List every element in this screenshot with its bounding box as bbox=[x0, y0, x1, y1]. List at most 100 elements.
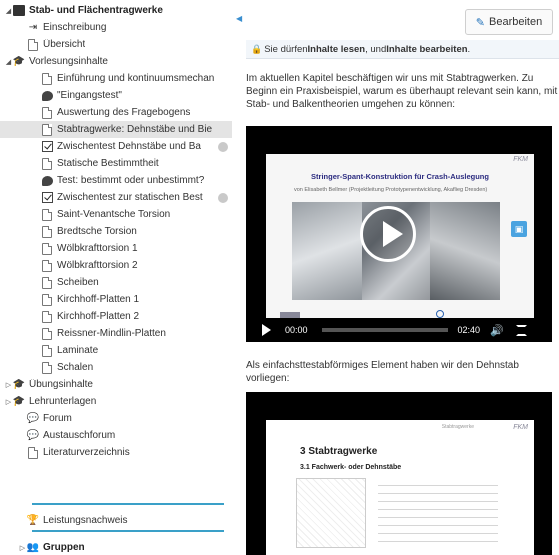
sidebar-item-label: Zwischentest zur statischen Best bbox=[57, 192, 203, 203]
slide-footer-ring-icon bbox=[436, 310, 444, 318]
page-icon bbox=[41, 259, 53, 272]
sidebar-item-label: Vorlesungsinhalte bbox=[29, 56, 108, 67]
sidebar-item-label: Bredtsche Torsion bbox=[57, 226, 137, 237]
enrol-icon: ⇥ bbox=[28, 21, 38, 33]
slide2-heading: 3 Stabtragwerke bbox=[300, 446, 378, 457]
main-content: ✎ Bearbeiten 🔒 Sie dürfen Inhalte lesen … bbox=[246, 0, 559, 555]
sidebar: ◢ Stab- und Flächentragwerke ⇥ Einschreibun… bbox=[0, 0, 232, 555]
sidebar-item[interactable]: ◢ Stab- und Flächentragwerke bbox=[0, 2, 232, 19]
edit-button[interactable]: ✎ Bearbeiten bbox=[465, 9, 553, 35]
sidebar-item[interactable]: ◢ 🎓 Vorlesungsinhalte bbox=[0, 53, 232, 70]
video-controls: 00:00 02:40 🔊 bbox=[246, 318, 552, 342]
sidebar-item[interactable]: ▷ 🎓 Übungsinhalte bbox=[0, 376, 232, 393]
slide2-formulas bbox=[378, 478, 498, 548]
completed-status-icon bbox=[218, 141, 228, 152]
trophy-icon: 🏆 bbox=[26, 514, 40, 526]
pencil-icon: ✎ bbox=[475, 16, 485, 29]
page-icon bbox=[41, 242, 53, 255]
sidebar-item-label: Übungsinhalte bbox=[29, 379, 93, 390]
sidebar-item[interactable]: Wölbkrafttorsion 2 bbox=[0, 257, 232, 274]
sidebar-item[interactable]: Übersicht bbox=[0, 36, 232, 53]
sidebar-item-label: Kirchhoff-Platten 1 bbox=[57, 294, 140, 305]
info-prefix: Sie dürfen bbox=[264, 43, 308, 55]
sidebar-item[interactable]: Zwischentest Dehnstäbe und Ba bbox=[0, 138, 232, 155]
sidebar-item[interactable]: Laminate bbox=[0, 342, 232, 359]
sidebar-item[interactable]: Kirchhoff-Platten 2 bbox=[0, 308, 232, 325]
sidebar-item[interactable]: Literaturverzeichnis bbox=[0, 444, 232, 461]
slide2-logo: FKM bbox=[513, 424, 528, 431]
sidebar-separator bbox=[32, 503, 224, 505]
sidebar-item[interactable]: Wölbkrafttorsion 1 bbox=[0, 240, 232, 257]
fullscreen-icon[interactable] bbox=[515, 324, 527, 336]
page-icon bbox=[27, 38, 39, 51]
page-icon bbox=[41, 157, 53, 170]
sidebar-item-label: Laminate bbox=[57, 345, 99, 356]
play-button[interactable] bbox=[262, 324, 271, 336]
expand-arrow-icon[interactable]: ▷ bbox=[4, 381, 13, 389]
lock-icon: 🔒 bbox=[251, 43, 263, 54]
expand-arrow-icon[interactable]: ◢ bbox=[4, 7, 13, 15]
sidebar-item-label: Wölbkrafttorsion 1 bbox=[57, 243, 138, 254]
progress-bar[interactable] bbox=[321, 328, 448, 332]
sidebar-item-label: Stab- und Flächentragwerke bbox=[29, 5, 163, 16]
collapse-sidebar-icon[interactable]: ◀ bbox=[236, 14, 242, 23]
sidebar-item-label: Test: bestimmt oder unbestimmt? bbox=[57, 175, 205, 186]
slide2-figure bbox=[296, 478, 366, 548]
current-time: 00:00 bbox=[285, 325, 308, 335]
sidebar-item[interactable]: 💬 Forum bbox=[0, 410, 232, 427]
expand-arrow-icon[interactable]: ◢ bbox=[4, 58, 13, 66]
sidebar-item[interactable]: ⇥ Einschreibung bbox=[0, 19, 232, 36]
sidebar-item[interactable]: ▷ 👥 Gruppen bbox=[0, 539, 232, 555]
slide-title: Stringer-Spant-Konstruktion für Crash-Au… bbox=[311, 172, 489, 181]
sidebar-item[interactable]: 🏆 Leistungsnachweis bbox=[0, 512, 232, 529]
expand-arrow-icon[interactable]: ▷ bbox=[4, 398, 13, 406]
screenshot-icon[interactable]: ▣ bbox=[511, 221, 527, 237]
sidebar-item[interactable]: "Eingangstest" bbox=[0, 87, 232, 104]
sidebar-item-label: Auswertung des Fragebogens bbox=[57, 107, 191, 118]
sidebar-item-label: Wölbkrafttorsion 2 bbox=[57, 260, 138, 271]
sidebar-item[interactable]: Schalen bbox=[0, 359, 232, 376]
sidebar-item[interactable]: Auswertung des Fragebogens bbox=[0, 104, 232, 121]
sidebar-item-label: Gruppen bbox=[43, 542, 85, 553]
sidebar-item[interactable]: Kirchhoff-Platten 1 bbox=[0, 291, 232, 308]
sidebar-item[interactable]: Zwischentest zur statischen Best bbox=[0, 189, 232, 206]
book-icon bbox=[13, 5, 25, 17]
sidebar-item-label: Saint-Venantsche Torsion bbox=[57, 209, 171, 220]
page-icon bbox=[41, 225, 53, 238]
sidebar-item-label: Reissner-Mindlin-Platten bbox=[57, 328, 166, 339]
sidebar-item[interactable]: Test: bestimmt oder unbestimmt? bbox=[0, 172, 232, 189]
sidebar-item-label: Lehrunterlagen bbox=[29, 396, 97, 407]
sidebar-item-label: Forum bbox=[43, 413, 72, 424]
sidebar-item-label: Kirchhoff-Platten 2 bbox=[57, 311, 140, 322]
page-icon bbox=[27, 446, 39, 459]
sidebar-item-label: Zwischentest Dehnstäbe und Ba bbox=[57, 141, 201, 152]
video-player-2[interactable]: Stabtragwerke FKM 3 Stabtragwerke 3.1 Fa… bbox=[246, 392, 552, 555]
slide-logo: FKM bbox=[513, 156, 528, 163]
sidebar-item[interactable]: Saint-Venantsche Torsion bbox=[0, 206, 232, 223]
forum-icon: 💬 bbox=[26, 429, 40, 441]
play-overlay-icon[interactable] bbox=[360, 206, 416, 262]
sidebar-item-label: Leistungsnachweis bbox=[43, 515, 128, 526]
sidebar-item[interactable]: Scheiben bbox=[0, 274, 232, 291]
info-suffix: . bbox=[467, 43, 471, 55]
sidebar-item-label: Austauschforum bbox=[43, 430, 116, 441]
video-player[interactable]: FKM Stringer-Spant-Konstruktion für Cras… bbox=[246, 126, 552, 342]
page-icon bbox=[41, 208, 53, 221]
info-read: Inhalte lesen bbox=[307, 43, 366, 55]
sidebar-item-label: Stabtragwerke: Dehnstäbe und Bie bbox=[57, 124, 213, 135]
permission-info-bar: 🔒 Sie dürfen Inhalte lesen , und Inhalte… bbox=[246, 40, 559, 59]
sidebar-item-label: Schalen bbox=[57, 362, 94, 373]
volume-icon[interactable]: 🔊 bbox=[490, 324, 504, 337]
sidebar-item[interactable]: Bredtsche Torsion bbox=[0, 223, 232, 240]
sidebar-item[interactable]: Einführung und kontinuumsmechan bbox=[0, 70, 232, 87]
sidebar-item[interactable]: Reissner-Mindlin-Platten bbox=[0, 325, 232, 342]
cap-icon: 🎓 bbox=[12, 378, 26, 390]
sidebar-item[interactable]: Statische Bestimmtheit bbox=[0, 155, 232, 172]
page-icon bbox=[41, 361, 53, 374]
expand-arrow-icon[interactable]: ▷ bbox=[18, 544, 27, 552]
sidebar-item[interactable]: Stabtragwerke: Dehnstäbe und Bie bbox=[0, 121, 232, 138]
sidebar-item[interactable]: 💬 Austauschforum bbox=[0, 427, 232, 444]
sidebar-item[interactable]: ▷ 🎓 Lehrunterlagen bbox=[0, 393, 232, 410]
page-icon bbox=[41, 327, 53, 340]
intro-paragraph: Im aktuellen Kapitel beschäftigen wir un… bbox=[246, 73, 558, 110]
